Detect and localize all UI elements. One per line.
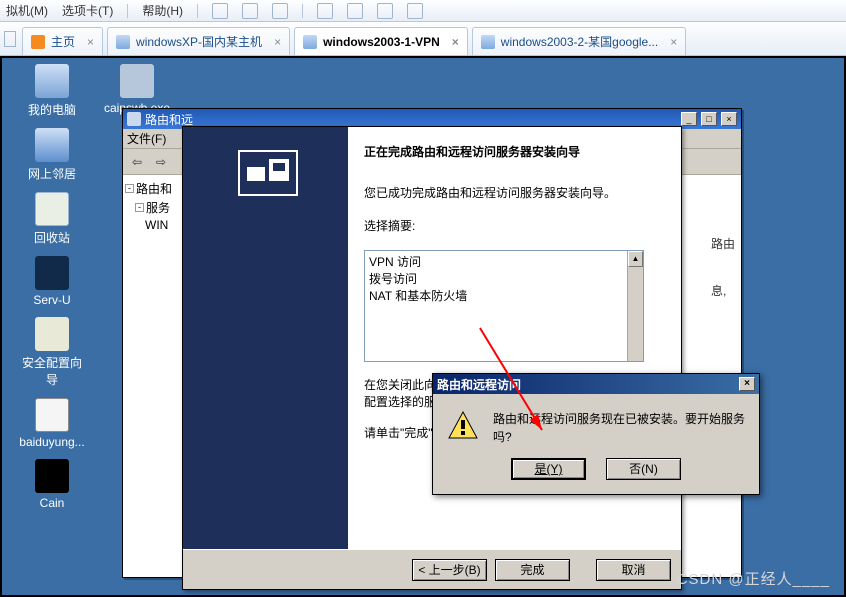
desktop-icon-network[interactable]: 网上邻居 [17,128,87,182]
watermark: CSDN @正经人____ [677,568,830,589]
desktop-icon-baiduyun[interactable]: baiduyung... [17,398,87,449]
tab-xp[interactable]: windowsXP-国内某主机 × [107,27,290,55]
tab-label: windows2003-1-VPN [323,35,440,49]
toolbar-icon[interactable] [407,3,423,19]
tab-google[interactable]: windows2003-2-某国google... × [472,27,686,55]
forward-button[interactable]: ⇨ [151,152,171,172]
annotation-arrow [472,320,562,450]
home-icon [31,35,45,49]
icon-label: 回收站 [34,231,70,245]
desktop-icon-my-computer[interactable]: 我的电脑 [17,64,87,118]
wizard-heading: 正在完成路由和远程访问服务器安装向导 [364,143,663,160]
icon-label: Cain [40,496,65,510]
icon-label: baiduyung... [19,435,84,449]
wizard-footer: < 上一步(B) 完成 取消 [183,549,681,589]
desktop-icon-servu[interactable]: Serv-U [17,256,87,307]
desktop-icon-security-wizard[interactable]: 安全配置向导 [17,317,87,388]
yes-button[interactable]: 是(Y) [511,458,586,480]
page-icon [116,35,130,49]
app-icon [127,112,141,126]
window-title: 路由和远 [145,111,193,128]
scroll-up-icon[interactable]: ▲ [628,251,643,267]
menu-help[interactable]: 帮助(H) [142,2,183,19]
menu-tabs[interactable]: 选项卡(T) [62,2,113,19]
icon-label: Serv-U [33,293,70,307]
toolbar-icon[interactable] [272,3,288,19]
summary-line: 拨号访问 [369,270,639,287]
close-icon[interactable]: × [452,35,459,49]
close-icon[interactable]: × [670,35,677,49]
desktop-icon-cain[interactable]: Cain [17,459,87,510]
close-button[interactable]: × [721,112,737,126]
tab-label: windows2003-2-某国google... [501,33,658,50]
back-button[interactable]: ⇦ [127,152,147,172]
wizard-graphic-icon [233,145,303,201]
host-menu-bar: 拟机(M) 选项卡(T) 帮助(H) [0,0,846,22]
tab-vpn[interactable]: windows2003-1-VPN × [294,27,468,55]
tree-node[interactable]: WIN [145,218,168,232]
minimize-button[interactable]: _ [681,112,697,126]
finish-button[interactable]: 完成 [495,559,570,581]
no-button[interactable]: 否(N) [606,458,681,480]
tab-slot-icon [4,31,16,47]
browser-tab-strip: 主页 × windowsXP-国内某主机 × windows2003-1-VPN… [0,22,846,56]
summary-line: VPN 访问 [369,253,639,270]
wizard-sidebar [183,127,348,549]
menu-vm[interactable]: 拟机(M) [6,2,48,19]
close-icon[interactable]: × [87,35,94,49]
toolbar-icon[interactable] [377,3,393,19]
toolbar-icon[interactable] [317,3,333,19]
menu-file[interactable]: 文件(F) [127,130,166,147]
mmc-tree[interactable]: -路由和 -服务 WIN [123,175,185,577]
close-button[interactable]: × [739,377,755,391]
desktop-icon-recycle-bin[interactable]: 回收站 [17,192,87,246]
text-fragment: 路由 息, [711,235,735,299]
tab-home[interactable]: 主页 × [22,27,103,55]
summary-line: NAT 和基本防火墙 [369,287,639,304]
scrollbar[interactable]: ▲ [627,251,643,361]
page-icon [303,35,317,49]
close-icon[interactable]: × [274,35,281,49]
wizard-text: 您已成功完成路由和远程访问服务器安装向导。 [364,184,663,201]
remote-desktop: 我的电脑 网上邻居 回收站 Serv-U 安全配置向导 baiduyung...… [0,56,846,597]
toolbar-icon[interactable] [347,3,363,19]
toolbar-icon[interactable] [242,3,258,19]
wizard-window: 正在完成路由和远程访问服务器安装向导 您已成功完成路由和远程访问服务器安装向导。… [182,126,682,590]
icon-label: 安全配置向导 [22,356,82,387]
maximize-button[interactable]: □ [701,112,717,126]
tab-label: windowsXP-国内某主机 [136,33,262,50]
page-icon [481,35,495,49]
tree-root[interactable]: 路由和 [136,180,172,197]
cancel-button[interactable]: 取消 [596,559,671,581]
summary-label: 选择摘要: [364,217,663,234]
tree-node[interactable]: 服务 [146,199,170,216]
icon-label: 网上邻居 [28,167,76,181]
toolbar-icon[interactable] [212,3,228,19]
back-button[interactable]: < 上一步(B) [412,559,487,581]
icon-label: 我的电脑 [28,103,76,117]
tab-label: 主页 [51,33,75,50]
